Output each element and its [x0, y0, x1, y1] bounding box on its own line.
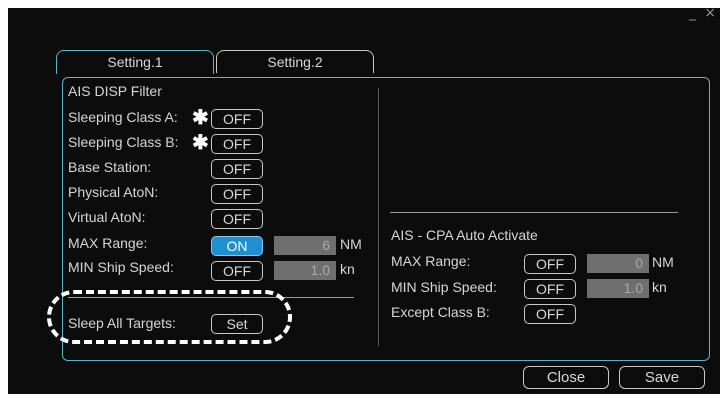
except-class-b-button[interactable]: OFF	[524, 304, 576, 324]
cpa-max-range-label: MAX Range:	[391, 253, 471, 269]
ais-filter-dialog: _ × Setting.1 Setting.2 AIS DISP Filter …	[8, 5, 720, 394]
min-ship-speed-input[interactable]: 1.0	[274, 261, 336, 280]
close-button[interactable]: Close	[523, 366, 609, 389]
max-range-input[interactable]: 6	[274, 236, 336, 255]
cpa-auto-activate-title: AIS - CPA Auto Activate	[391, 227, 538, 243]
cpa-max-range-unit: NM	[652, 254, 674, 270]
base-station-label: Base Station:	[68, 159, 152, 175]
min-ship-speed-button[interactable]: OFF	[211, 261, 263, 281]
save-button[interactable]: Save	[619, 366, 705, 389]
sleeping-class-b-button[interactable]: OFF	[211, 134, 263, 154]
min-ship-speed-label: MIN Ship Speed:	[68, 259, 174, 275]
cpa-min-ship-speed-label: MIN Ship Speed:	[391, 279, 497, 295]
asterisk-icon: ✱	[192, 132, 209, 154]
divider	[390, 212, 678, 213]
asterisk-icon: ✱	[192, 107, 209, 129]
sleep-all-targets-set-button[interactable]: Set	[211, 314, 263, 334]
sleeping-class-b-label: Sleeping Class B:	[68, 134, 179, 150]
sleeping-class-a-button[interactable]: OFF	[211, 109, 263, 129]
tab-setting-2[interactable]: Setting.2	[216, 50, 374, 73]
ais-disp-filter-title: AIS DISP Filter	[68, 83, 162, 99]
cpa-max-range-input[interactable]: 0	[587, 254, 649, 273]
cpa-min-ship-speed-unit: kn	[652, 279, 667, 295]
physical-aton-button[interactable]: OFF	[211, 184, 263, 204]
cpa-min-ship-speed-button[interactable]: OFF	[524, 279, 576, 299]
cpa-max-range-button[interactable]: OFF	[524, 254, 576, 274]
window-controls[interactable]: _ ×	[689, 5, 718, 21]
base-station-button[interactable]: OFF	[211, 159, 263, 179]
sleep-all-targets-label: Sleep All Targets:	[68, 315, 176, 331]
max-range-unit: NM	[340, 236, 362, 252]
max-range-button[interactable]: ON	[211, 236, 263, 256]
except-class-b-label: Except Class B:	[391, 304, 490, 320]
virtual-aton-button[interactable]: OFF	[211, 209, 263, 229]
divider	[68, 297, 354, 298]
min-ship-speed-unit: kn	[340, 261, 355, 277]
column-divider	[378, 88, 379, 346]
virtual-aton-label: Virtual AtoN:	[68, 209, 146, 225]
tab-setting-1[interactable]: Setting.1	[56, 50, 214, 74]
cpa-min-ship-speed-input[interactable]: 1.0	[587, 279, 649, 298]
max-range-label: MAX Range:	[68, 235, 148, 251]
physical-aton-label: Physical AtoN:	[68, 184, 159, 200]
sleeping-class-a-label: Sleeping Class A:	[68, 109, 178, 125]
